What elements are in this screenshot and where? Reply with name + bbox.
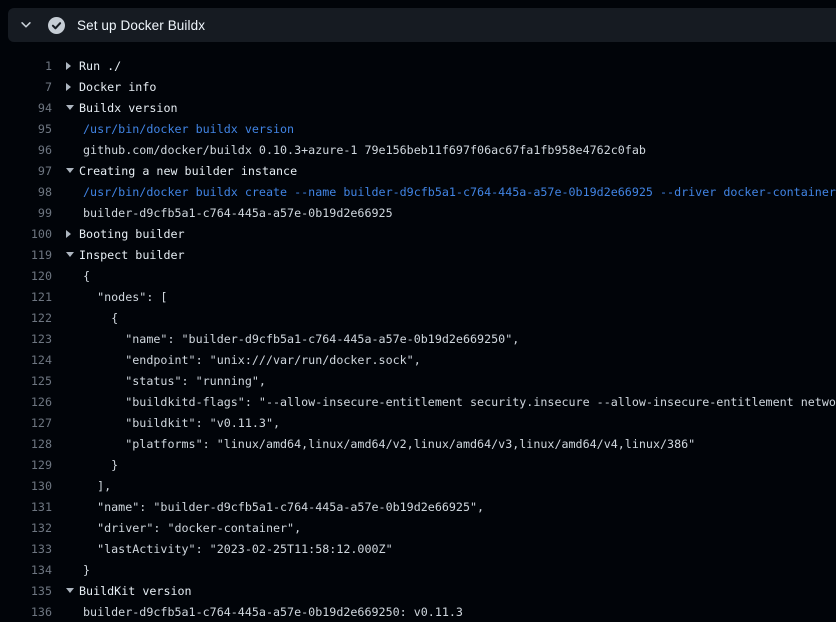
- line-number[interactable]: 123: [0, 332, 52, 346]
- group-expand-triangle-icon[interactable]: [66, 230, 79, 238]
- output-text: "buildkitd-flags": "--allow-insecure-ent…: [83, 395, 836, 409]
- line-number[interactable]: 99: [0, 206, 52, 220]
- output-text: ],: [83, 479, 111, 493]
- output-text: github.com/docker/buildx 0.10.3+azure-1 …: [83, 143, 646, 157]
- group-title[interactable]: Docker info: [79, 80, 156, 94]
- line-number[interactable]: 132: [0, 521, 52, 535]
- group-collapse-triangle-icon[interactable]: [66, 168, 79, 173]
- output-text: "nodes": [: [83, 290, 167, 304]
- log-line: 131 "name": "builder-d9cfb5a1-c764-445a-…: [0, 496, 836, 517]
- command-text: /usr/bin/docker buildx version: [83, 122, 294, 136]
- output-text: "name": "builder-d9cfb5a1-c764-445a-a57e…: [83, 332, 519, 346]
- line-number[interactable]: 98: [0, 185, 52, 199]
- line-number[interactable]: 134: [0, 563, 52, 577]
- group-collapse-triangle-icon[interactable]: [66, 105, 79, 110]
- log-line: 98/usr/bin/docker buildx create --name b…: [0, 181, 836, 202]
- log-line: 100 Booting builder: [0, 223, 836, 244]
- line-number[interactable]: 94: [0, 101, 52, 115]
- output-text: {: [83, 311, 118, 325]
- line-number[interactable]: 133: [0, 542, 52, 556]
- output-text: "buildkit": "v0.11.3",: [83, 416, 280, 430]
- check-circle-icon: [48, 17, 65, 34]
- group-collapse-triangle-icon[interactable]: [66, 588, 79, 593]
- line-number[interactable]: 95: [0, 122, 52, 136]
- step-title: Set up Docker Buildx: [77, 18, 205, 33]
- group-title[interactable]: Buildx version: [79, 101, 178, 115]
- output-text: "name": "builder-d9cfb5a1-c764-445a-a57e…: [83, 500, 484, 514]
- chevron-down-icon[interactable]: [18, 17, 34, 33]
- log-line: 95/usr/bin/docker buildx version: [0, 118, 836, 139]
- output-text: builder-d9cfb5a1-c764-445a-a57e-0b19d2e6…: [83, 206, 393, 220]
- group-title[interactable]: BuildKit version: [79, 584, 192, 598]
- line-number[interactable]: 130: [0, 479, 52, 493]
- log-line: 97 Creating a new builder instance: [0, 160, 836, 181]
- line-number[interactable]: 119: [0, 248, 52, 262]
- log-line: 133 "lastActivity": "2023-02-25T11:58:12…: [0, 538, 836, 559]
- output-text: {: [83, 269, 90, 283]
- step-header[interactable]: Set up Docker Buildx: [8, 8, 836, 42]
- line-number[interactable]: 96: [0, 143, 52, 157]
- log-line: 120 {: [0, 265, 836, 286]
- log-line: 136 builder-d9cfb5a1-c764-445a-a57e-0b19d…: [0, 601, 836, 622]
- output-text: "endpoint": "unix:///var/run/docker.sock…: [83, 353, 421, 367]
- log-line: 129 }: [0, 454, 836, 475]
- output-text: "lastActivity": "2023-02-25T11:58:12.000…: [83, 542, 393, 556]
- line-number[interactable]: 122: [0, 311, 52, 325]
- line-number[interactable]: 131: [0, 500, 52, 514]
- line-number[interactable]: 135: [0, 584, 52, 598]
- group-title[interactable]: Run ./: [79, 59, 121, 73]
- output-text: "status": "running",: [83, 374, 266, 388]
- log-line: 126 "buildkitd-flags": "--allow-insecure…: [0, 391, 836, 412]
- log-line: 1 Run ./: [0, 55, 836, 76]
- log-line: 135 BuildKit version: [0, 580, 836, 601]
- group-title[interactable]: Inspect builder: [79, 248, 185, 262]
- output-text: builder-d9cfb5a1-c764-445a-a57e-0b19d2e6…: [83, 605, 463, 619]
- line-number[interactable]: 100: [0, 227, 52, 241]
- group-collapse-triangle-icon[interactable]: [66, 252, 79, 257]
- line-number[interactable]: 136: [0, 605, 52, 619]
- output-text: "platforms": "linux/amd64,linux/amd64/v2…: [83, 437, 695, 451]
- output-text: "driver": "docker-container",: [83, 521, 301, 535]
- line-number[interactable]: 1: [0, 59, 52, 73]
- log-line: 7 Docker info: [0, 76, 836, 97]
- log-line: 96 github.com/docker/buildx 0.10.3+azure-…: [0, 139, 836, 160]
- group-expand-triangle-icon[interactable]: [66, 62, 79, 70]
- line-number[interactable]: 126: [0, 395, 52, 409]
- line-number[interactable]: 124: [0, 353, 52, 367]
- log-line: 124 "endpoint": "unix:///var/run/docker.…: [0, 349, 836, 370]
- line-number[interactable]: 129: [0, 458, 52, 472]
- line-number[interactable]: 128: [0, 437, 52, 451]
- line-number[interactable]: 125: [0, 374, 52, 388]
- log-line: 123 "name": "builder-d9cfb5a1-c764-445a-…: [0, 328, 836, 349]
- log-line: 130 ],: [0, 475, 836, 496]
- log-line: 99 builder-d9cfb5a1-c764-445a-a57e-0b19d2…: [0, 202, 836, 223]
- log-line: 128 "platforms": "linux/amd64,linux/amd6…: [0, 433, 836, 454]
- line-number[interactable]: 121: [0, 290, 52, 304]
- log-line: 121 "nodes": [: [0, 286, 836, 307]
- group-expand-triangle-icon[interactable]: [66, 83, 79, 91]
- log-line: 127 "buildkit": "v0.11.3",: [0, 412, 836, 433]
- line-number[interactable]: 120: [0, 269, 52, 283]
- log-line: 122 {: [0, 307, 836, 328]
- line-number[interactable]: 7: [0, 80, 52, 94]
- log-lines: 1 Run ./ 7 Docker info 94 Buildx version 95/us…: [0, 55, 836, 622]
- group-title[interactable]: Booting builder: [79, 227, 185, 241]
- command-text: /usr/bin/docker buildx create --name bui…: [83, 185, 836, 199]
- output-text: }: [83, 563, 90, 577]
- log-line: 134}: [0, 559, 836, 580]
- log-line: 119 Inspect builder: [0, 244, 836, 265]
- group-title[interactable]: Creating a new builder instance: [79, 164, 297, 178]
- line-number[interactable]: 97: [0, 164, 52, 178]
- log-line: 125 "status": "running",: [0, 370, 836, 391]
- log-line: 94 Buildx version: [0, 97, 836, 118]
- output-text: }: [83, 458, 118, 472]
- log-line: 132 "driver": "docker-container",: [0, 517, 836, 538]
- line-number[interactable]: 127: [0, 416, 52, 430]
